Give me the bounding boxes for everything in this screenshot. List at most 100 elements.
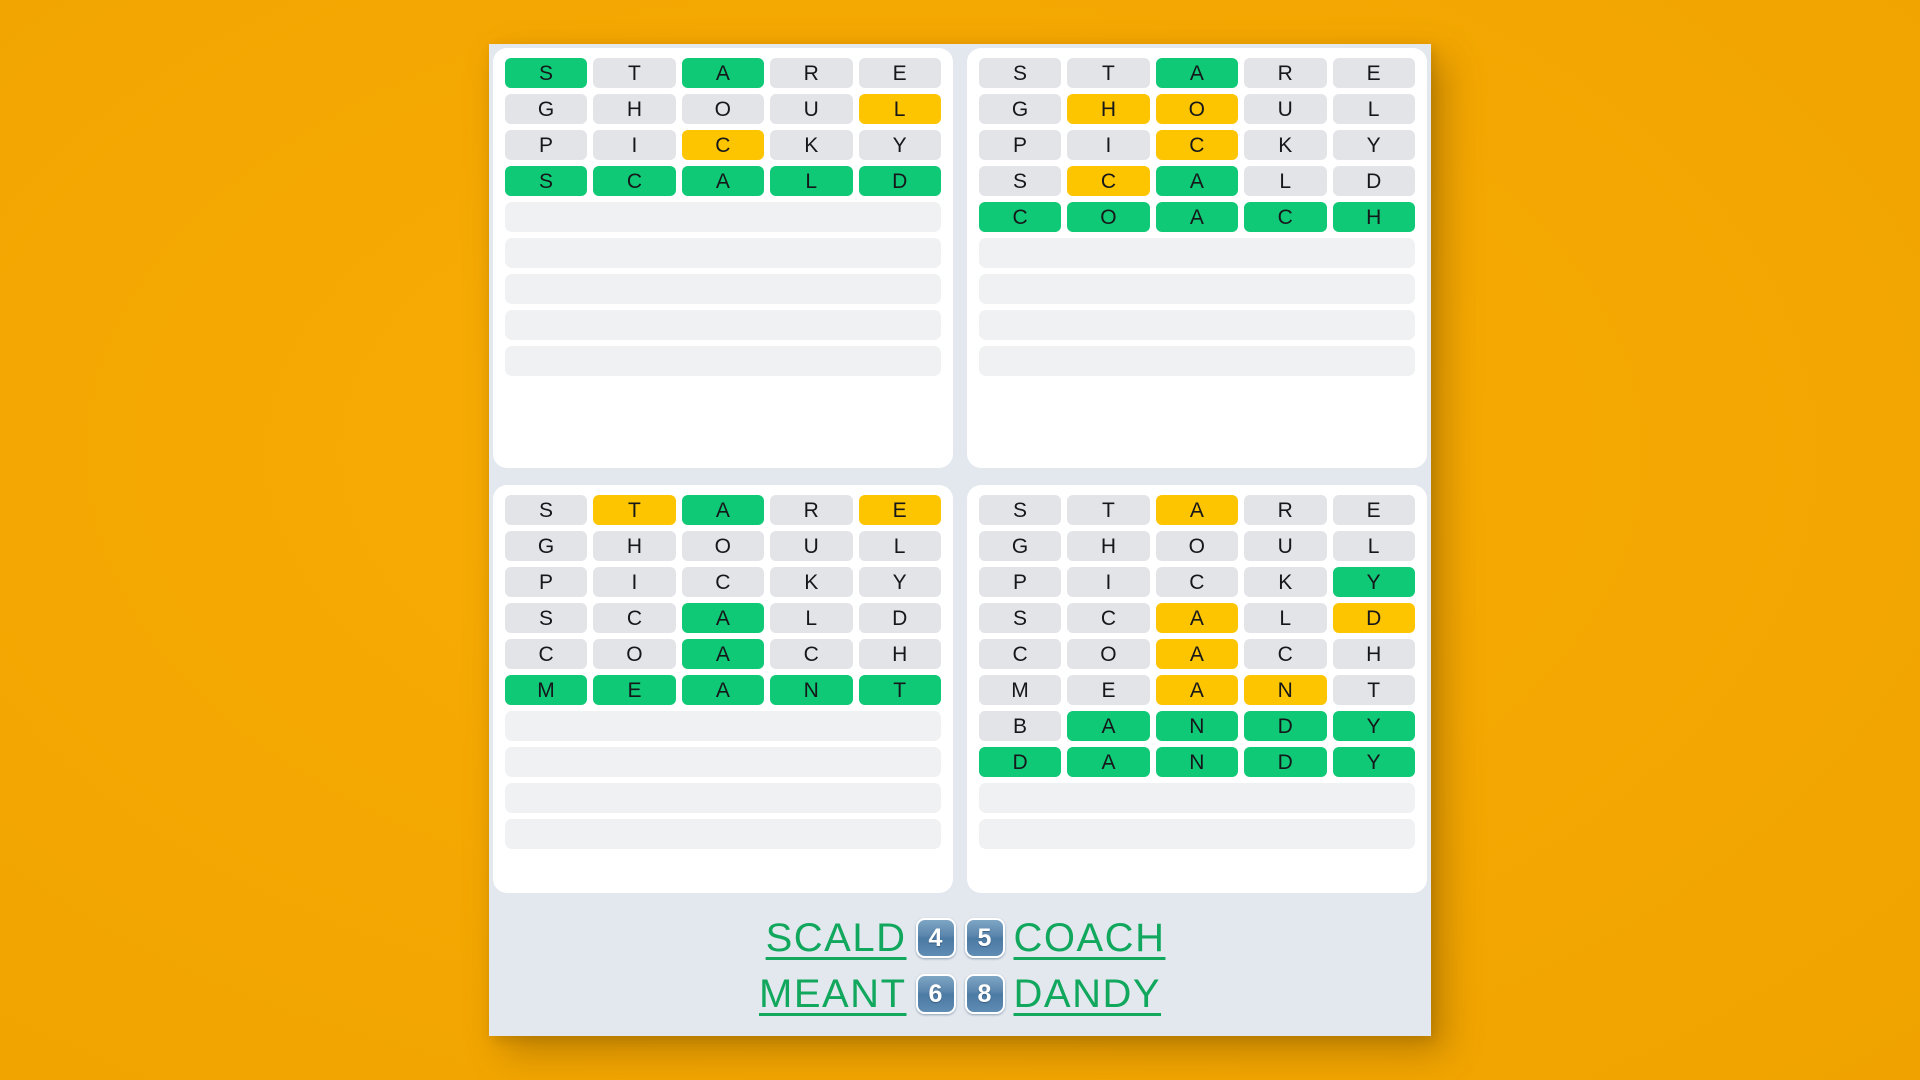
letter-tile: E (1332, 495, 1415, 525)
letter-tile: T (593, 495, 676, 525)
guess-row: COACH (979, 639, 1415, 669)
letter-tile: L (770, 603, 853, 633)
letter-tile: L (1244, 603, 1327, 633)
answers-summary-list: SCALD 4 5 COACH MEANT 6 8 DANDY (652, 912, 1269, 1020)
guess-row: COACH (505, 639, 941, 669)
letter-tile: L (858, 531, 941, 561)
board-bottom-left: STAREGHOULPICKYSCALDCOACHMEANT (493, 485, 953, 893)
letter-tile: S (505, 603, 588, 633)
letter-tile: C (593, 166, 676, 196)
empty-guess-row (979, 783, 1415, 813)
letter-tile: I (1067, 130, 1150, 160)
empty-guess-row (505, 274, 941, 304)
letter-tile: N (1244, 675, 1327, 705)
letter-tile: C (770, 639, 853, 669)
board-rows: STAREGHOULPICKYSCALDCOACHMEANTBANDYDANDY (979, 495, 1415, 849)
letter-tile: K (1244, 567, 1327, 597)
letter-tile: R (1244, 495, 1327, 525)
letter-tile: G (979, 531, 1062, 561)
empty-guess-row (505, 711, 941, 741)
boards-area: STAREGHOULPICKYSCALD STAREGHOULPICKYSCAL… (489, 44, 1431, 896)
letter-tile: R (1244, 58, 1327, 88)
letter-tile: L (770, 166, 853, 196)
letter-tile: A (1155, 639, 1239, 669)
letter-tile: U (770, 94, 853, 124)
letter-tile: E (1067, 675, 1150, 705)
letter-tile: H (1332, 202, 1415, 232)
letter-tile: O (1155, 531, 1239, 561)
letter-tile: A (681, 58, 765, 88)
answer-word-coach[interactable]: COACH (1014, 916, 1269, 961)
letter-tile: C (1155, 567, 1239, 597)
guess-row: SCALD (505, 603, 941, 633)
letter-tile: E (858, 495, 941, 525)
letter-tile: D (1332, 603, 1415, 633)
guess-row: SCALD (505, 166, 941, 196)
guess-count-badge-dandy: 8 (964, 974, 1005, 1014)
letter-tile: S (505, 495, 588, 525)
guess-count-badge-meant: 6 (915, 974, 956, 1014)
letter-tile: N (770, 675, 853, 705)
board-top-right: STAREGHOULPICKYSCALDCOACH (967, 48, 1427, 468)
answer-word-dandy[interactable]: DANDY (1014, 972, 1269, 1017)
summary-row: SCALD 4 5 COACH (652, 912, 1269, 964)
letter-tile: O (681, 531, 765, 561)
letter-tile: O (1155, 94, 1239, 124)
letter-tile: K (1244, 130, 1327, 160)
letter-tile: T (1067, 58, 1150, 88)
letter-tile: E (1332, 58, 1415, 88)
letter-tile: R (770, 58, 853, 88)
letter-tile: I (593, 130, 676, 160)
guess-row: MEANT (979, 675, 1415, 705)
letter-tile: A (1067, 747, 1150, 777)
letter-tile: R (770, 495, 853, 525)
empty-guess-row (505, 819, 941, 849)
letter-tile: C (1244, 639, 1327, 669)
board-bottom-right: STAREGHOULPICKYSCALDCOACHMEANTBANDYDANDY (967, 485, 1427, 893)
letter-tile: H (1332, 639, 1415, 669)
letter-tile: U (1244, 94, 1327, 124)
empty-guess-row (505, 783, 941, 813)
letter-tile: E (858, 58, 941, 88)
letter-tile: D (858, 166, 941, 196)
letter-tile: U (770, 531, 853, 561)
quordle-app-card: STAREGHOULPICKYSCALD STAREGHOULPICKYSCAL… (489, 44, 1431, 1036)
guess-row: DANDY (979, 747, 1415, 777)
letter-tile: A (1155, 58, 1239, 88)
guess-row: SCALD (979, 166, 1415, 196)
letter-tile: H (593, 94, 676, 124)
guess-row: GHOUL (979, 531, 1415, 561)
letter-tile: E (593, 675, 676, 705)
letter-tile: T (1332, 675, 1415, 705)
letter-tile: A (681, 675, 765, 705)
letter-tile: H (858, 639, 941, 669)
guess-row: PICKY (505, 567, 941, 597)
letter-tile: Y (1332, 711, 1415, 741)
guess-row: COACH (979, 202, 1415, 232)
empty-guess-row (505, 346, 941, 376)
letter-tile: D (1332, 166, 1415, 196)
letter-tile: Y (858, 130, 941, 160)
answer-word-meant[interactable]: MEANT (652, 972, 907, 1017)
letter-tile: S (979, 166, 1062, 196)
letter-tile: T (1067, 495, 1150, 525)
letter-tile: N (1155, 711, 1239, 741)
letter-tile: P (505, 567, 588, 597)
guess-row: PICKY (979, 567, 1415, 597)
guess-row: PICKY (979, 130, 1415, 160)
answer-word-scald[interactable]: SCALD (652, 916, 907, 961)
letter-tile: T (858, 675, 941, 705)
letter-tile: B (979, 711, 1062, 741)
letter-tile: D (979, 747, 1062, 777)
letter-tile: A (681, 603, 765, 633)
letter-tile: S (505, 166, 588, 196)
guess-row: GHOUL (979, 94, 1415, 124)
guess-count-badge-coach: 5 (964, 918, 1005, 958)
letter-tile: C (1067, 166, 1150, 196)
letter-tile: D (858, 603, 941, 633)
letter-tile: L (1332, 94, 1415, 124)
letter-tile: D (1244, 711, 1327, 741)
letter-tile: A (1155, 202, 1239, 232)
letter-tile: S (505, 58, 588, 88)
letter-tile: I (593, 567, 676, 597)
